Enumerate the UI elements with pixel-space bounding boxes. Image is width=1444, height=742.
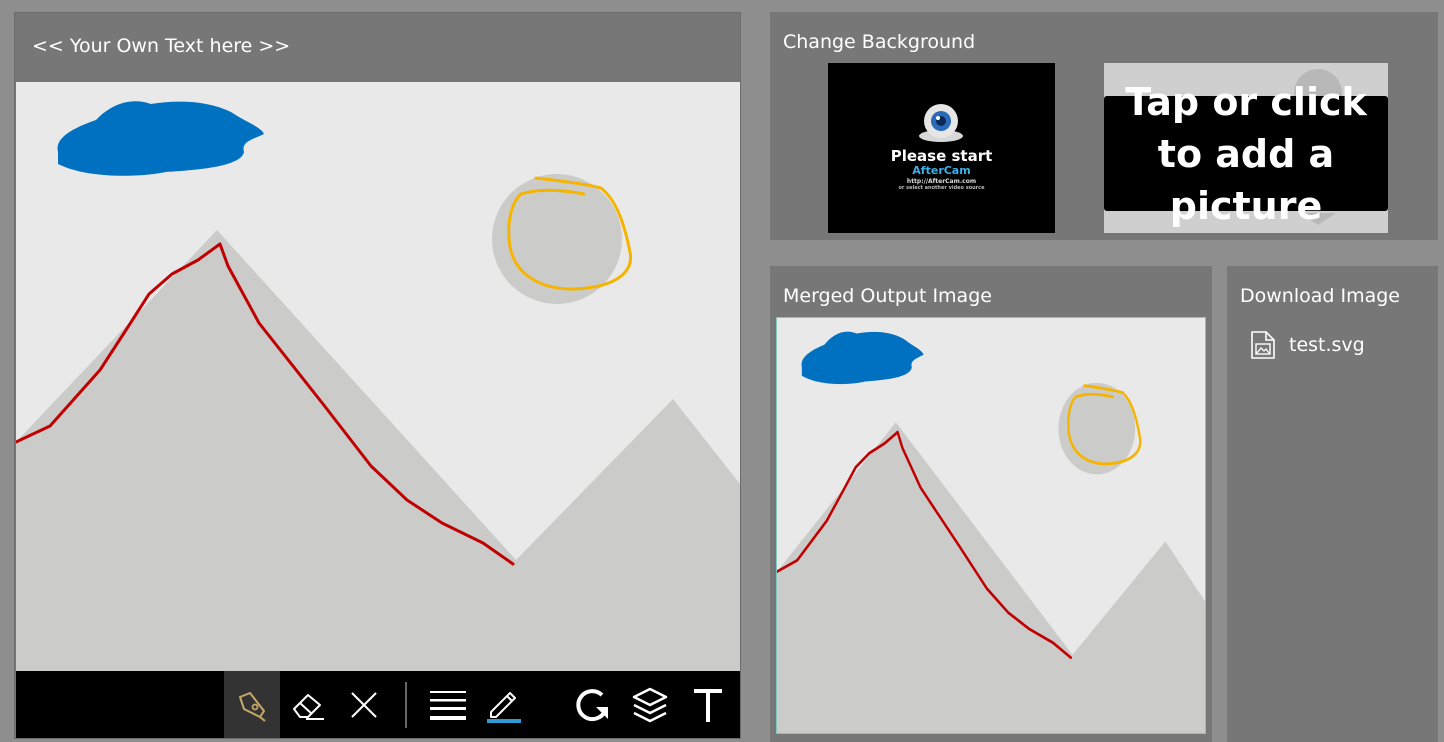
download-title: Download Image: [1240, 285, 1400, 307]
webcam-line1: Please start: [890, 147, 993, 165]
merged-output-image: [776, 317, 1206, 734]
header-text: << Your Own Text here >>: [32, 35, 291, 57]
merged-drawing: [777, 331, 1205, 733]
ink-header: << Your Own Text here >>: [15, 13, 740, 81]
upload-prompt: Tap or click to add a picture: [1104, 80, 1388, 228]
webcam-line4: or select another video source: [898, 185, 985, 191]
merged-output-title: Merged Output Image: [783, 285, 992, 307]
merged-blue-ink-stroke: [801, 331, 924, 385]
canvas-drawing: [16, 101, 740, 671]
ink-canvas[interactable]: [16, 82, 740, 671]
upload-text: Tap or click to add a picture: [1125, 79, 1367, 228]
rotate-icon: [576, 688, 608, 721]
download-panel: Download Image test.svg: [1227, 266, 1438, 742]
rotate-tool[interactable]: [564, 671, 620, 738]
blue-ink-stroke: [57, 101, 264, 176]
toolbar-separator: [405, 682, 407, 728]
webcam-line3: http://AfterCam.com: [906, 178, 977, 185]
layers-tool[interactable]: [622, 671, 678, 738]
webcam-background-thumbnail[interactable]: Please start AfterCam http://AfterCam.co…: [828, 63, 1055, 233]
merged-mountain-shape: [777, 422, 1205, 733]
text-icon: [694, 688, 722, 722]
change-background-title: Change Background: [783, 31, 976, 53]
download-file-name[interactable]: test.svg: [1289, 334, 1365, 356]
webcam-line2: AfterCam: [912, 164, 971, 177]
close-icon: [351, 691, 377, 718]
clear-all-tool[interactable]: [336, 671, 392, 738]
text-tool[interactable]: [680, 671, 736, 738]
pencil-icon: [487, 691, 521, 723]
mountain-shape: [16, 230, 740, 671]
ink-panel: << Your Own Text here >>: [14, 12, 741, 739]
download-file-link[interactable]: test.svg: [1249, 330, 1365, 360]
eraser-icon: [293, 693, 324, 720]
add-picture-button[interactable]: Tap or click to add a picture: [1104, 63, 1388, 233]
ink-toolbar: [16, 671, 740, 738]
pen-nib-icon: [239, 691, 266, 722]
eraser-tool[interactable]: [280, 671, 336, 738]
change-background-panel: Change Background Please start AfterCam …: [770, 12, 1438, 240]
ballpoint-pen-tool[interactable]: [224, 671, 280, 738]
stroke-thickness-tool[interactable]: [420, 671, 476, 738]
pencil-tool[interactable]: [476, 671, 532, 738]
layers-icon: [632, 687, 668, 722]
image-file-icon: [1251, 331, 1275, 359]
lines-icon: [430, 690, 466, 720]
merged-output-panel: Merged Output Image: [770, 266, 1212, 742]
